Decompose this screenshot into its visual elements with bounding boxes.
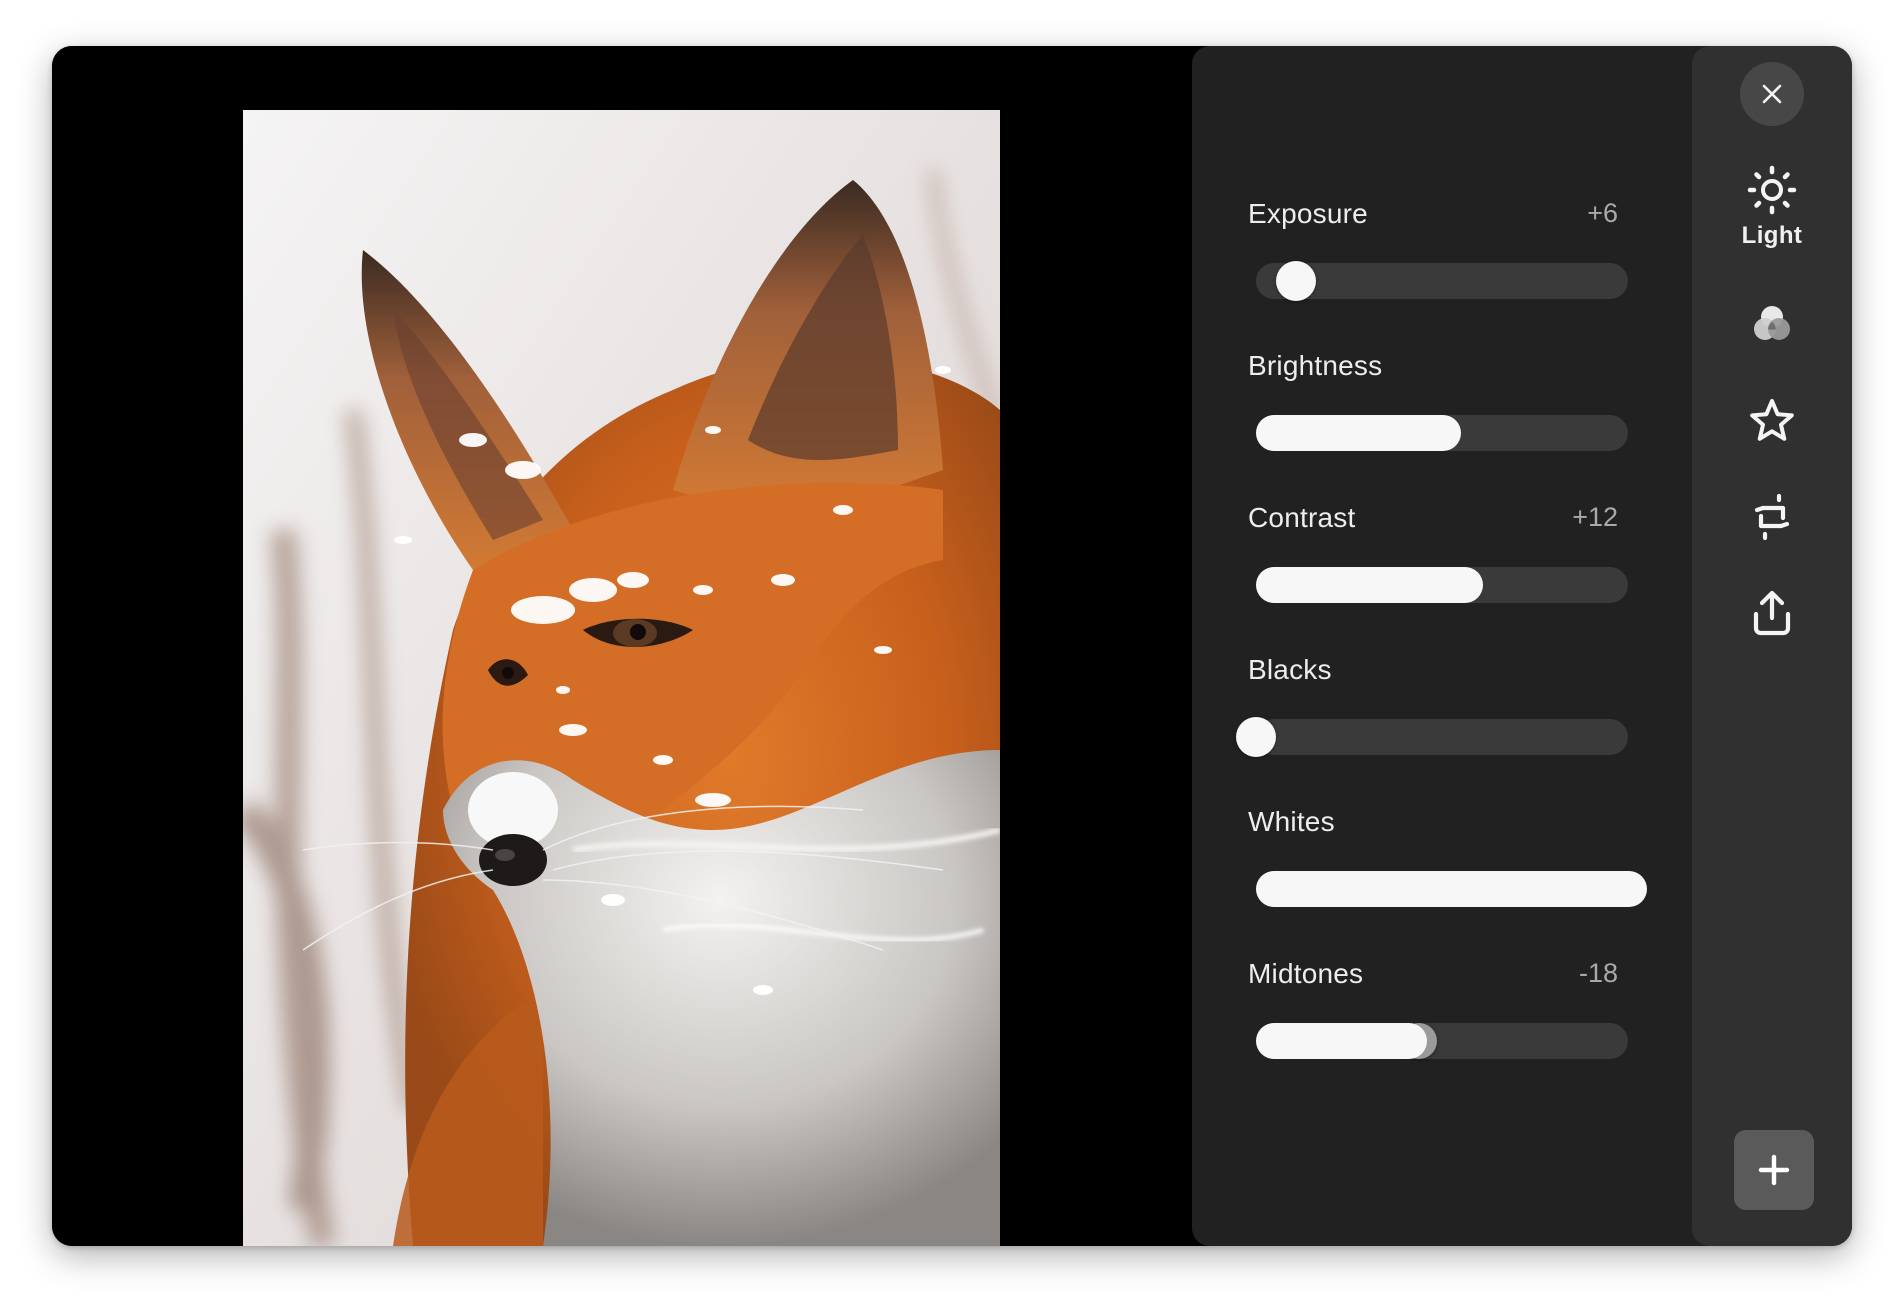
star-icon: [1750, 399, 1794, 441]
exposure-value: +6: [1587, 198, 1618, 228]
blacks-control: Blacks: [1236, 654, 1628, 774]
exposure-slider-handle[interactable]: [1276, 261, 1316, 301]
midtones-slider[interactable]: [1256, 1023, 1628, 1059]
tool-color[interactable]: [1722, 300, 1822, 348]
photo-editor-window: Exposure +6 Brightness Contrast +12 Blac…: [52, 46, 1852, 1246]
share-icon: [1753, 590, 1791, 636]
tool-light-label: Light: [1741, 222, 1803, 249]
blacks-slider-handle[interactable]: [1236, 717, 1276, 757]
fox-photo: [243, 110, 1000, 1246]
midtones-label: Midtones: [1248, 958, 1364, 989]
contrast-slider-fill: [1256, 567, 1483, 603]
close-button[interactable]: [1740, 62, 1804, 126]
midtones-control: Midtones -18: [1248, 958, 1628, 1078]
whites-control: Whites: [1248, 806, 1647, 926]
image-canvas: [52, 46, 1192, 1246]
brightness-control: Brightness: [1248, 350, 1628, 470]
tool-crop[interactable]: [1722, 492, 1822, 542]
brightness-slider-fill: [1256, 415, 1461, 451]
tool-export[interactable]: [1722, 588, 1822, 638]
contrast-value: +12: [1572, 502, 1618, 532]
plus-icon: [1758, 1154, 1790, 1186]
tool-effects[interactable]: [1722, 396, 1822, 446]
contrast-control: Contrast +12: [1248, 502, 1628, 622]
exposure-label: Exposure: [1248, 198, 1368, 229]
midtones-value: -18: [1578, 958, 1618, 988]
sun-icon: [1747, 165, 1797, 215]
midtones-slider-fill: [1256, 1023, 1427, 1059]
exposure-slider[interactable]: [1256, 261, 1628, 301]
photo-preview: [243, 110, 1000, 1246]
color-circles-icon: [1754, 306, 1790, 340]
close-icon: [1762, 84, 1782, 104]
brightness-slider[interactable]: [1256, 415, 1628, 451]
tool-rail: Light: [1692, 46, 1852, 1246]
exposure-control: Exposure +6: [1248, 198, 1628, 318]
whites-label: Whites: [1248, 806, 1335, 837]
add-button[interactable]: [1734, 1130, 1814, 1210]
contrast-label: Contrast: [1248, 502, 1356, 533]
blacks-slider[interactable]: [1236, 717, 1628, 757]
crop-rotate-icon: [1754, 493, 1790, 541]
whites-slider[interactable]: [1256, 871, 1647, 907]
tool-light[interactable]: Light: [1722, 164, 1822, 250]
blacks-label: Blacks: [1248, 654, 1332, 685]
contrast-slider[interactable]: [1256, 567, 1628, 603]
brightness-label: Brightness: [1248, 350, 1383, 381]
light-adjustments-panel: Exposure +6 Brightness Contrast +12 Blac…: [1192, 46, 1712, 1246]
whites-slider-fill: [1256, 871, 1647, 907]
